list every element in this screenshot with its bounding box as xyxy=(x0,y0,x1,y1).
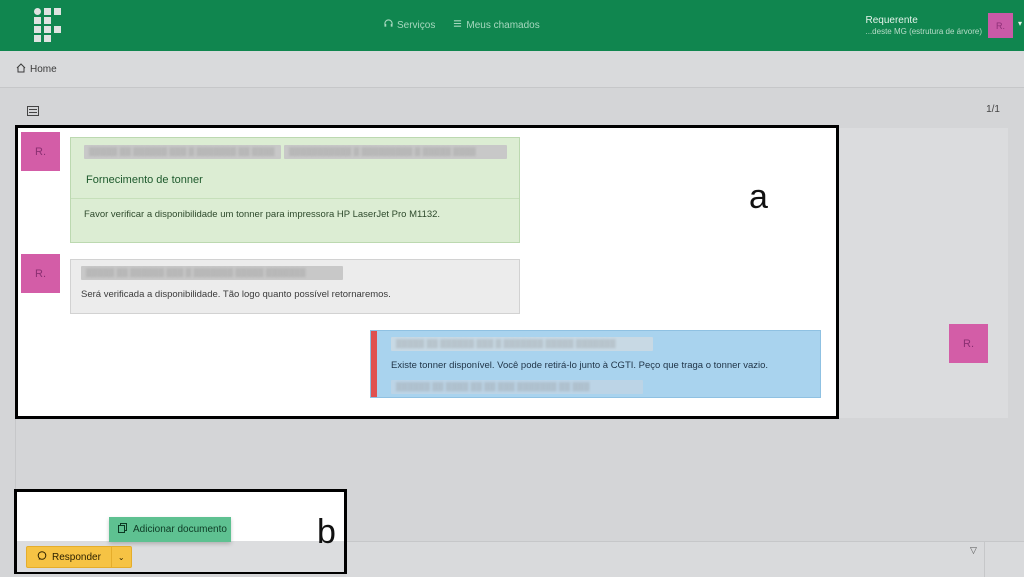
main-nav: Serviços Meus chamados xyxy=(384,19,540,31)
divider xyxy=(71,198,519,199)
breadcrumb-home[interactable]: Home xyxy=(30,64,57,75)
message-body: Será verificada a disponibilidade. Tão l… xyxy=(81,289,391,300)
message-meta: ▒▒▒▒▒ ▒▒ ▒▒▒▒▒▒ ▒▒▒ ▒ ▒▒▒▒▒▒▒ ▒▒ ▒▒▒▒ ▒▒… xyxy=(84,145,507,159)
divider xyxy=(984,541,985,577)
message-bubble-3: ▒▒▒▒▒ ▒▒ ▒▒▒▒▒▒ ▒▒▒ ▒ ▒▒▒▒▒▒▒ ▒▒▒▒▒ ▒▒▒▒… xyxy=(370,330,821,398)
bottom-bar xyxy=(346,541,1024,577)
copy-icon xyxy=(118,523,127,536)
message-bubble-2: ▒▒▒▒▒ ▒▒ ▒▒▒▒▒▒ ▒▒▒ ▒ ▒▒▒▒▒▒▒ ▒▒▒▒▒ ▒▒▒▒… xyxy=(70,259,520,314)
message-avatar-right: R. xyxy=(949,324,988,363)
annotation-label-b: b xyxy=(317,513,336,551)
headset-icon xyxy=(384,19,393,31)
institution-logo[interactable] xyxy=(34,8,62,43)
reply-label: Responder xyxy=(52,551,101,563)
message-avatar: R. xyxy=(21,132,60,171)
summary-icon[interactable] xyxy=(27,106,39,116)
message-avatar: R. xyxy=(21,254,60,293)
top-bar: Serviços Meus chamados Requerente ...des… xyxy=(0,0,1024,51)
filter-icon[interactable]: ▽ xyxy=(970,545,977,556)
home-icon xyxy=(16,62,26,76)
blurred-meta: ▒▒▒▒▒ ▒▒ ▒▒▒▒▒▒ ▒▒▒ ▒ ▒▒▒▒▒▒▒ ▒▒▒▒▒ ▒▒▒▒… xyxy=(81,266,343,280)
nav-meus-chamados[interactable]: Meus chamados xyxy=(453,19,540,31)
reply-button[interactable]: Responder xyxy=(27,547,112,567)
user-info[interactable]: Requerente ...deste MG (estrutura de árv… xyxy=(866,15,983,36)
message-timeline: R. ▒▒▒▒▒ ▒▒ ▒▒▒▒▒▒ ▒▒▒ ▒ ▒▒▒▒▒▒▒ ▒▒ ▒▒▒▒… xyxy=(15,125,839,419)
blurred-meta: ▒▒▒▒▒ ▒▒ ▒▒▒▒▒▒ ▒▒▒ ▒ ▒▒▒▒▒▒▒ ▒▒ ▒▒▒▒ xyxy=(84,145,281,159)
message-bubble-1: ▒▒▒▒▒ ▒▒ ▒▒▒▒▒▒ ▒▒▒ ▒ ▒▒▒▒▒▒▒ ▒▒ ▒▒▒▒ ▒▒… xyxy=(70,137,520,243)
reply-button-group: Responder ⌄ xyxy=(26,546,132,568)
annotation-label-a: a xyxy=(749,178,768,216)
nav-servicos[interactable]: Serviços xyxy=(384,19,435,31)
blurred-meta: ▒▒▒▒▒ ▒▒ ▒▒▒▒▒▒ ▒▒▒ ▒ ▒▒▒▒▒▒▒ ▒▒▒▒▒ ▒▒▒▒… xyxy=(391,337,653,351)
message-body: Existe tonner disponível. Você pode reti… xyxy=(391,360,769,371)
nav-meus-chamados-label: Meus chamados xyxy=(466,19,540,31)
user-role: Requerente xyxy=(865,15,918,26)
breadcrumb: Home xyxy=(0,51,1024,88)
accent-bar xyxy=(371,331,377,397)
message-title: Fornecimento de tonner xyxy=(86,174,203,186)
chevron-down-icon[interactable]: ▾ xyxy=(1018,19,1022,28)
add-document-label: Adicionar documento xyxy=(133,524,227,535)
user-department: ...deste MG (estrutura de árvore) xyxy=(865,27,983,36)
list-icon xyxy=(453,19,462,31)
pager: 1/1 xyxy=(986,104,1000,115)
add-document-button[interactable]: Adicionar documento xyxy=(109,517,231,542)
chevron-down-icon[interactable]: ⌄ xyxy=(112,547,131,567)
user-avatar[interactable]: R. xyxy=(988,13,1013,38)
nav-servicos-label: Serviços xyxy=(397,19,436,31)
blurred-meta: ▒▒▒▒▒▒ ▒▒ ▒▒▒▒ ▒▒ ▒▒ ▒▒▒ ▒▒▒▒▒▒▒ ▒▒ ▒▒▒ xyxy=(391,380,643,394)
message-body: Favor verificar a disponibilidade um ton… xyxy=(84,209,441,220)
blurred-meta: ▒▒▒▒▒▒▒▒▒▒▒ ▒ ▒▒▒▒▒▒▒▒▒ ▒ ▒▒▒▒▒ ▒▒▒▒ xyxy=(284,145,507,159)
right-panel xyxy=(839,128,1008,418)
comment-icon xyxy=(37,550,47,564)
